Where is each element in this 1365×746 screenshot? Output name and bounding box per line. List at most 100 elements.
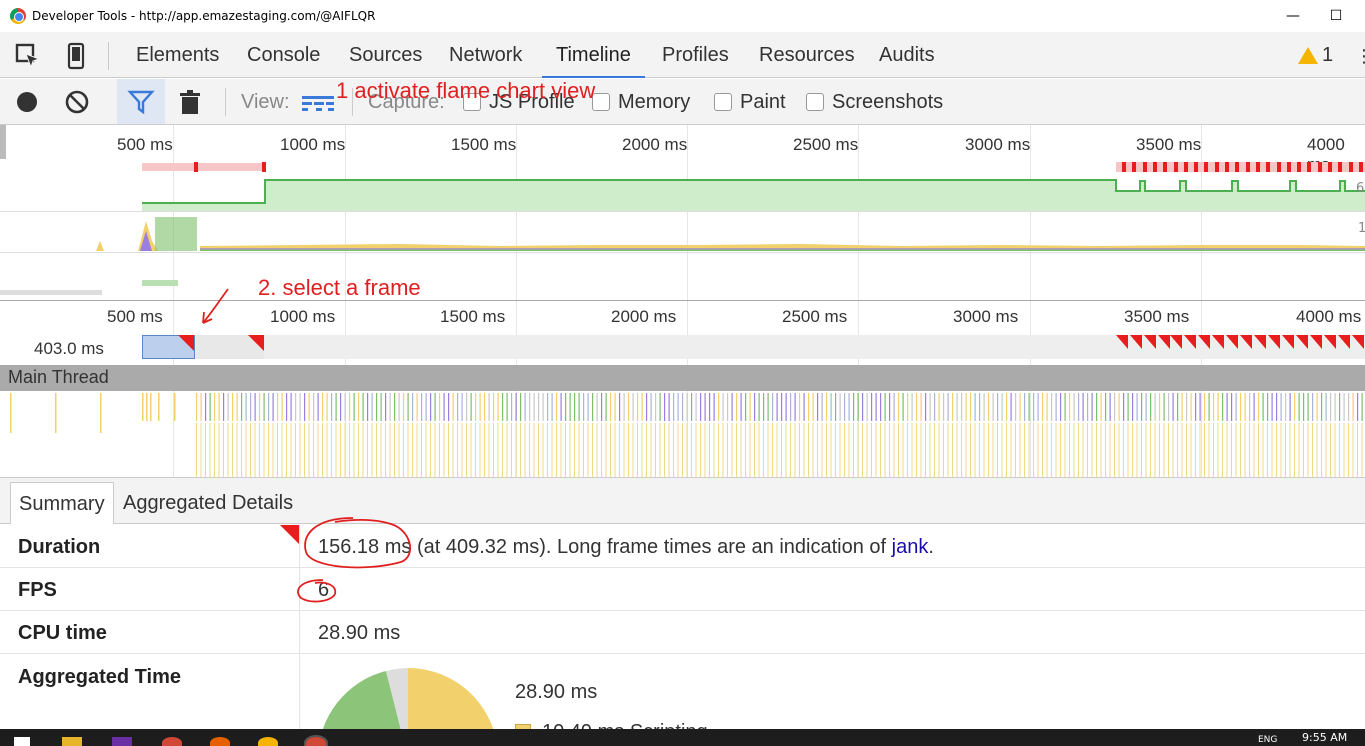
scripting-tick[interactable] <box>799 423 800 477</box>
event-tick[interactable] <box>853 393 855 421</box>
scripting-tick[interactable] <box>740 423 742 477</box>
event-tick[interactable] <box>808 393 810 421</box>
event-tick[interactable] <box>1298 393 1300 421</box>
scripting-tick[interactable] <box>574 423 575 477</box>
event-tick[interactable] <box>1055 393 1057 421</box>
scripting-tick[interactable] <box>290 423 292 477</box>
scripting-tick[interactable] <box>1352 423 1354 477</box>
scripting-tick[interactable] <box>1069 423 1070 477</box>
scripting-tick[interactable] <box>763 423 764 477</box>
scripting-tick[interactable] <box>479 423 481 477</box>
event-tick[interactable] <box>614 393 616 421</box>
event-tick[interactable] <box>1136 393 1138 421</box>
event-tick[interactable] <box>286 393 288 421</box>
event-tick[interactable] <box>1303 393 1305 421</box>
scripting-tick[interactable] <box>1213 423 1214 477</box>
event-tick[interactable] <box>758 393 760 421</box>
clear-icon[interactable] <box>63 88 91 116</box>
event-tick[interactable] <box>290 393 292 421</box>
warning-counter[interactable]: 1 <box>1298 44 1333 67</box>
event-tick[interactable] <box>952 393 954 421</box>
event-tick[interactable] <box>340 393 342 421</box>
scripting-tick[interactable] <box>367 423 368 477</box>
scripting-tick[interactable] <box>1042 423 1043 477</box>
event-tick[interactable] <box>223 393 225 421</box>
scripting-tick[interactable] <box>1105 423 1106 477</box>
overview-scrollbar[interactable] <box>0 125 6 159</box>
event-tick[interactable] <box>695 393 697 421</box>
scripting-tick[interactable] <box>452 423 454 477</box>
scripting-tick[interactable] <box>1177 423 1178 477</box>
main-thread-header[interactable] <box>0 365 1365 391</box>
scripting-tick[interactable] <box>1073 423 1075 477</box>
event-tick[interactable] <box>992 393 994 421</box>
event-tick[interactable] <box>866 393 868 421</box>
event-tick[interactable] <box>664 393 666 421</box>
scripting-tick[interactable] <box>1330 423 1331 477</box>
tab-sources[interactable]: Sources <box>349 32 422 78</box>
event-tick[interactable] <box>353 393 355 421</box>
event-tick[interactable] <box>1150 393 1152 421</box>
event-tick[interactable] <box>803 393 805 421</box>
event-tick[interactable] <box>709 393 711 421</box>
more-tools-icon[interactable]: ⋮ <box>1355 46 1365 67</box>
event-tick[interactable] <box>335 393 337 421</box>
event-tick[interactable] <box>1064 393 1066 421</box>
scripting-tick[interactable] <box>560 423 562 477</box>
maximize-button[interactable]: ☐ <box>1313 0 1359 32</box>
event-tick[interactable] <box>245 393 247 421</box>
event-tick[interactable] <box>484 393 486 421</box>
scripting-tick[interactable] <box>943 423 944 477</box>
scripting-tick[interactable] <box>835 423 836 477</box>
event-tick[interactable] <box>1235 393 1237 421</box>
event-tick[interactable] <box>398 393 400 421</box>
event-tick[interactable] <box>1240 393 1242 421</box>
event-tick[interactable] <box>1100 393 1102 421</box>
scripting-tick[interactable] <box>583 423 584 477</box>
event-tick[interactable] <box>529 393 531 421</box>
event-tick[interactable] <box>821 393 823 421</box>
scripting-tick[interactable] <box>1010 423 1012 477</box>
scripting-tick[interactable] <box>947 423 949 477</box>
scripting-tick[interactable] <box>353 423 355 477</box>
scripting-tick[interactable] <box>506 423 508 477</box>
scripting-tick[interactable] <box>632 423 634 477</box>
event-tick[interactable] <box>929 393 931 421</box>
event-tick[interactable] <box>380 393 382 421</box>
scripting-tick[interactable] <box>785 423 787 477</box>
scripting-tick[interactable] <box>1033 423 1034 477</box>
scripting-tick[interactable] <box>403 423 404 477</box>
tab-network[interactable]: Network <box>449 32 522 78</box>
tab-elements[interactable]: Elements <box>136 32 219 78</box>
event-tick[interactable] <box>1339 393 1341 421</box>
scripting-tick[interactable] <box>992 423 994 477</box>
scripting-tick[interactable] <box>1303 423 1304 477</box>
scripting-tick[interactable] <box>461 423 463 477</box>
event-tick[interactable] <box>1289 393 1291 421</box>
scripting-tick[interactable] <box>929 423 931 477</box>
scripting-tick[interactable] <box>1231 423 1232 477</box>
event-tick[interactable] <box>416 393 418 421</box>
scripting-tick[interactable] <box>794 423 796 477</box>
event-tick[interactable] <box>1073 393 1075 421</box>
scripting-tick[interactable] <box>1195 423 1196 477</box>
scripting-tick[interactable] <box>907 423 908 477</box>
event-tick[interactable] <box>704 393 706 421</box>
event-tick[interactable] <box>421 393 423 421</box>
event-tick[interactable] <box>889 393 891 421</box>
scripting-tick[interactable] <box>772 423 773 477</box>
event-tick[interactable] <box>1006 393 1008 421</box>
event-tick[interactable] <box>412 393 414 421</box>
event-tick[interactable] <box>1132 393 1134 421</box>
scripting-tick[interactable] <box>236 423 238 477</box>
event-tick[interactable] <box>1082 393 1084 421</box>
scripting-tick[interactable] <box>1208 423 1210 477</box>
event-tick[interactable] <box>263 393 265 421</box>
event-tick[interactable] <box>830 393 832 421</box>
scripting-tick[interactable] <box>1159 423 1160 477</box>
scripting-tick[interactable] <box>749 423 751 477</box>
event-tick[interactable] <box>848 393 850 421</box>
event-tick[interactable] <box>385 393 387 421</box>
event-tick[interactable] <box>898 393 900 421</box>
scripting-tick[interactable] <box>916 423 917 477</box>
